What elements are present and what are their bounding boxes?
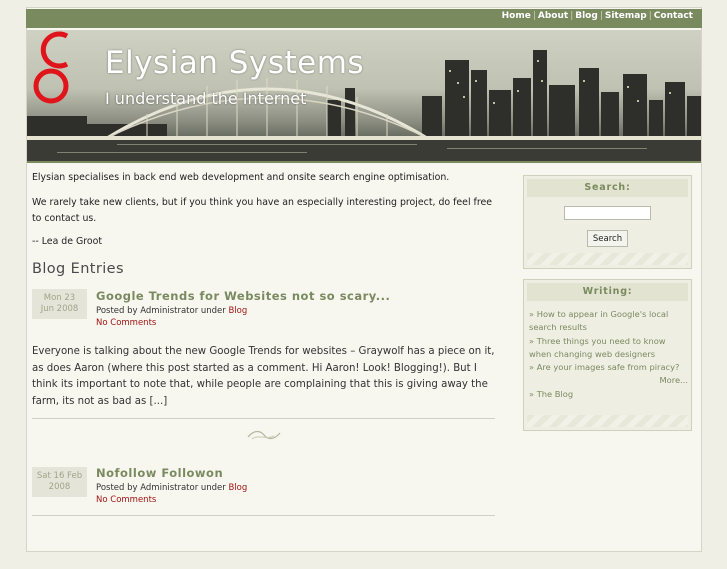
entry-excerpt: Everyone is talking about the new Google… xyxy=(32,346,495,407)
flourish-icon xyxy=(247,430,281,440)
entry-date-day: Sat 16 Feb xyxy=(36,471,83,481)
entry-date-badge: Sat 16 Feb 2008 xyxy=(32,467,87,497)
the-blog-link[interactable]: The Blog xyxy=(537,389,573,399)
intro-paragraph-2: We rarely take new clients, but if you t… xyxy=(32,197,493,224)
writing-item[interactable]: » The Blog xyxy=(529,388,689,401)
entry-divider-line xyxy=(32,418,495,419)
writing-widget: Writing: » How to appear in Google's loc… xyxy=(523,279,692,431)
entry-title-link[interactable]: Nofollow Followon xyxy=(96,466,223,480)
nav-about-link[interactable]: About xyxy=(538,11,568,21)
writing-link[interactable]: Are your images safe from piracy? xyxy=(537,362,680,372)
search-input[interactable] xyxy=(564,206,651,220)
entry-date-month: Jun 2008 xyxy=(40,304,79,314)
blog-heading: Blog Entries xyxy=(32,261,124,277)
main-content: Elysian specialises in back end web deve… xyxy=(32,170,498,569)
bullet-icon: » xyxy=(529,335,535,346)
site-tagline: I understand the Internet xyxy=(105,89,307,108)
bullet-icon: » xyxy=(529,362,535,373)
nav-home-link[interactable]: Home xyxy=(502,11,531,21)
entry-byline: Posted by Administrator under Blog xyxy=(96,482,247,494)
search-widget: Search: Search xyxy=(523,175,692,269)
writing-widget-heading: Writing: xyxy=(527,283,688,301)
entry-posted-by: Posted by Administrator under xyxy=(96,483,229,493)
writing-list: » How to appear in Google's local search… xyxy=(529,308,689,401)
widget-pattern xyxy=(527,415,688,427)
banner-divider xyxy=(27,161,701,163)
header-banner: Elysian Systems I understand the Interne… xyxy=(27,30,701,161)
entry-posted-by: Posted by Administrator under xyxy=(96,306,229,316)
bullet-icon: » xyxy=(529,309,535,319)
writing-item[interactable]: » Three things you need to know when cha… xyxy=(529,335,689,362)
entry-comments-link[interactable]: No Comments xyxy=(96,317,247,329)
nav-separator: | xyxy=(648,11,652,21)
nav-blog-link[interactable]: Blog xyxy=(575,11,598,21)
entry-divider-line xyxy=(32,515,495,516)
more-link[interactable]: More... xyxy=(529,374,689,387)
entry-byline: Posted by Administrator under Blog xyxy=(96,305,247,317)
site-title: Elysian Systems xyxy=(105,45,365,81)
writing-link[interactable]: Three things you need to know when chang… xyxy=(529,336,666,359)
entry-date-year: 2008 xyxy=(48,482,71,492)
entry-meta: Posted by Administrator under Blog No Co… xyxy=(96,305,247,329)
nav-contact-link[interactable]: Contact xyxy=(654,11,693,21)
writing-item[interactable]: » How to appear in Google's local search… xyxy=(529,308,689,335)
writing-link[interactable]: How to appear in Google's local search r… xyxy=(529,309,668,332)
writing-item[interactable]: » Are your images safe from piracy? xyxy=(529,361,689,374)
entry-category-link[interactable]: Blog xyxy=(228,306,247,316)
nav-separator: | xyxy=(599,11,603,21)
entry-category-link[interactable]: Blog xyxy=(228,483,247,493)
intro-paragraph-1: Elysian specialises in back end web deve… xyxy=(32,172,450,183)
elysian-logo-icon xyxy=(33,31,69,104)
entry-comments-link[interactable]: No Comments xyxy=(96,494,247,506)
top-navigation: Home | About | Blog | Sitemap | Contact xyxy=(26,9,702,28)
blog-entry: Mon 23 Jun 2008 Google Trends for Websit… xyxy=(32,289,498,569)
widget-pattern xyxy=(527,253,688,265)
entry-date-badge: Mon 23 Jun 2008 xyxy=(32,289,87,319)
nav-separator: | xyxy=(532,11,536,21)
entry-title-link[interactable]: Google Trends for Websites not so scary.… xyxy=(96,289,390,303)
nav-links: Home | About | Blog | Sitemap | Contact xyxy=(502,11,693,21)
entry-meta: Posted by Administrator under Blog No Co… xyxy=(96,482,247,506)
bullet-icon: » xyxy=(529,388,535,399)
entry-date-day: Mon 23 xyxy=(43,293,76,303)
signature: -- Lea de Groot xyxy=(32,236,103,247)
search-widget-heading: Search: xyxy=(527,179,688,197)
search-button[interactable]: Search xyxy=(587,230,628,247)
nav-sitemap-link[interactable]: Sitemap xyxy=(605,11,647,21)
